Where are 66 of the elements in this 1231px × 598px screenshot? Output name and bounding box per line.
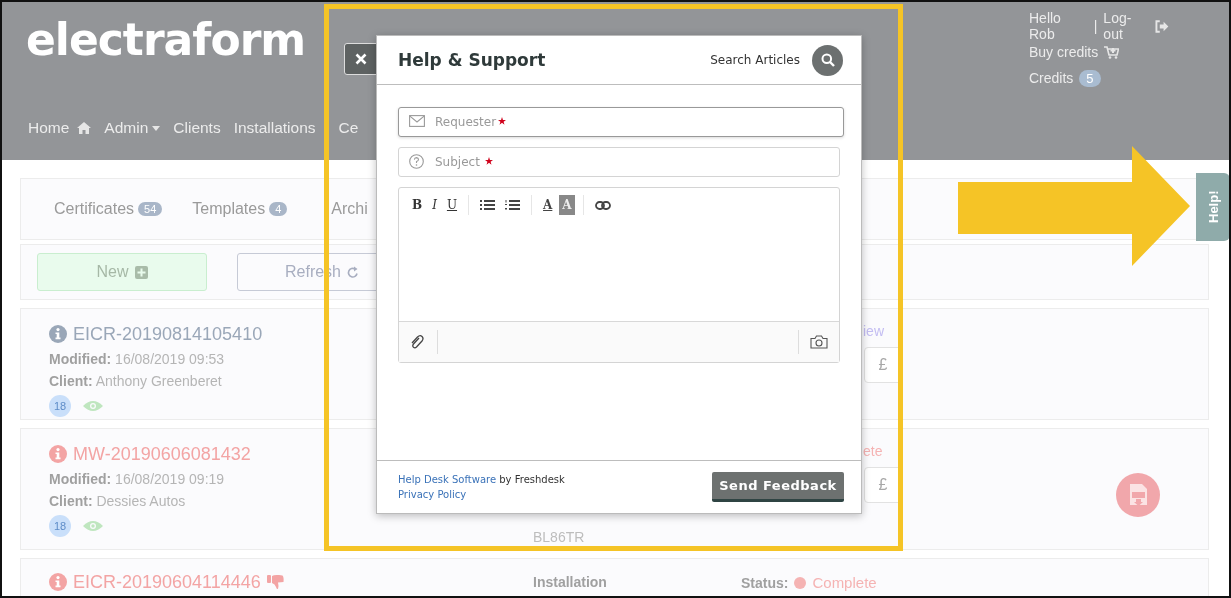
client-text: Client: Dessies Autos — [49, 493, 186, 509]
text-field[interactable]: Requester — [398, 107, 844, 137]
message-editor[interactable]: B I U A A — [398, 187, 840, 363]
screenshot-button[interactable] — [807, 332, 831, 352]
count-badge: 18 — [49, 395, 71, 417]
refresh-icon — [347, 265, 359, 279]
nav-link[interactable]: Admin — [104, 119, 161, 137]
nav-link[interactable]: Home — [28, 119, 92, 137]
credits-badge: 5 — [1079, 69, 1101, 87]
dialog-title: Help & Support — [398, 50, 547, 70]
status-label: Status: — [741, 574, 789, 591]
privacy-policy-link[interactable]: Privacy Policy — [398, 489, 565, 500]
paperclip-icon — [410, 334, 424, 350]
close-button[interactable] — [344, 43, 378, 75]
cart-icon — [1104, 45, 1120, 59]
plus-icon — [134, 265, 148, 279]
new-button[interactable]: New — [37, 253, 207, 291]
logo[interactable]: electraform — [26, 14, 359, 66]
status-text: Complete — [812, 574, 877, 591]
nav-link[interactable]: Installations — [233, 119, 316, 137]
address-text: BL86TR — [533, 529, 586, 545]
certificate-link[interactable]: EICR-20190604114446 — [73, 571, 261, 593]
modified-text: Modified: 16/08/2019 09:53 — [49, 351, 225, 367]
bold-button[interactable]: B — [409, 195, 426, 215]
bullet-list-icon — [480, 200, 496, 210]
home-icon — [77, 122, 92, 134]
count-badge: 4 — [269, 202, 288, 216]
nav-link[interactable]: Clients — [173, 119, 221, 137]
question-icon — [409, 154, 424, 169]
count-badge: 18 — [49, 515, 71, 537]
separator-text: | — [1093, 18, 1098, 34]
link-icon — [594, 200, 611, 210]
logout-link[interactable]: Log-out — [1103, 10, 1149, 42]
powered-by-text: Help Desk Software by Freshdesk — [398, 474, 565, 485]
installation-label: Installation — [533, 574, 608, 590]
help-tab[interactable]: Help! — [1196, 173, 1229, 241]
modified-text: Modified: 16/08/2019 09:19 — [49, 471, 225, 487]
certificate-link[interactable]: EICR-20190814105410 — [73, 323, 263, 345]
numbered-list-icon — [505, 200, 521, 210]
mail-icon — [409, 115, 425, 127]
tab[interactable]: Certificates 54 — [54, 200, 163, 218]
camera-icon — [810, 335, 828, 349]
text-field[interactable]: Subject — [398, 147, 840, 177]
greeting-text: Hello Rob — [1029, 10, 1062, 42]
status-text: ete — [863, 443, 884, 459]
highlight-button[interactable]: A — [559, 195, 575, 215]
help-desk-link[interactable]: Help Desk Software — [398, 474, 497, 485]
buy-credits-link[interactable]: Buy credits — [1029, 44, 1099, 60]
credits-label: Credits — [1029, 70, 1074, 86]
text-color-button[interactable]: A — [540, 195, 556, 215]
count-badge: 54 — [138, 202, 163, 216]
italic-button[interactable]: I — [429, 195, 440, 215]
nav-link[interactable]: Ce — [338, 119, 359, 137]
search-button[interactable] — [812, 44, 843, 76]
tab[interactable]: Templates 4 — [192, 200, 288, 218]
close-icon — [355, 53, 367, 65]
search-icon — [820, 53, 835, 67]
underline-button[interactable]: U — [443, 195, 461, 215]
logout-icon — [1154, 19, 1169, 33]
search-articles-link[interactable]: Search Articles — [710, 53, 800, 67]
certificate-link[interactable]: MW-20190606081432 — [73, 443, 251, 465]
client-text: Client: Anthony Greenberet — [49, 373, 222, 389]
tab[interactable]: Archi — [331, 200, 368, 218]
caret-icon — [152, 125, 161, 131]
status-text: iew — [863, 323, 885, 339]
send-feedback-button[interactable]: Send Feedback — [712, 472, 844, 502]
